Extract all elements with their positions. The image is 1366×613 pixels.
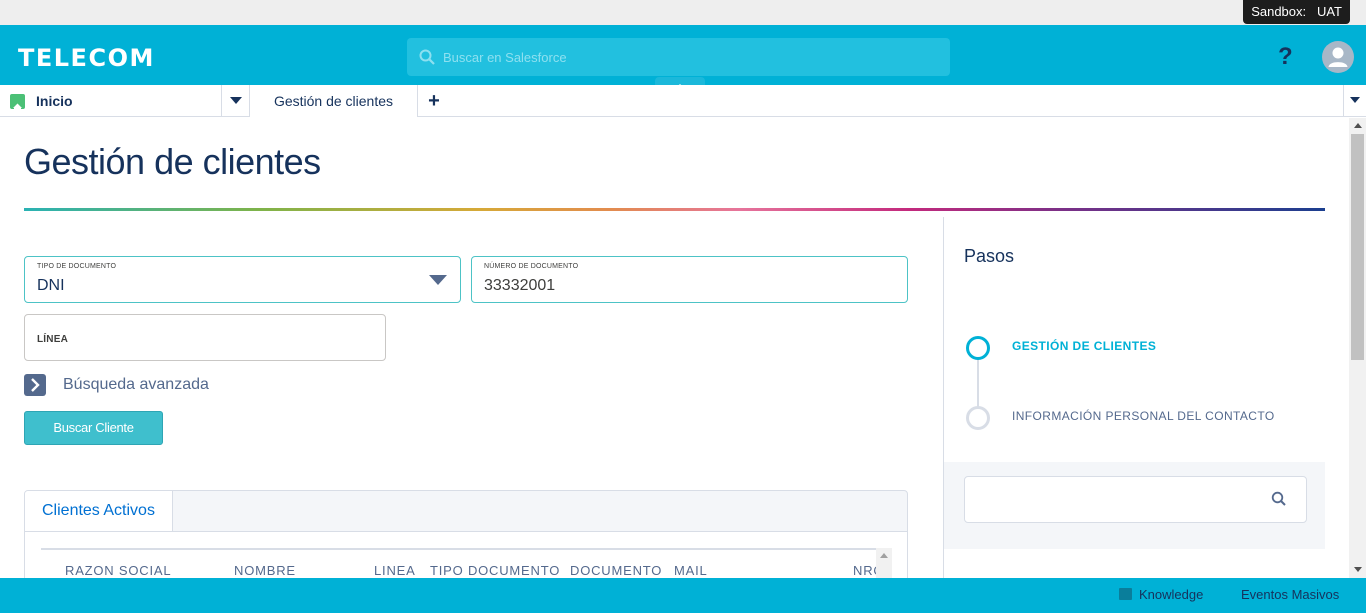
search-icon[interactable] — [1271, 491, 1287, 512]
utility-knowledge[interactable]: Knowledge — [1139, 587, 1203, 602]
scroll-down-arrow[interactable] — [1354, 567, 1362, 572]
global-header: TELECOM ? — [0, 25, 1366, 89]
header-collapse-handle[interactable] — [655, 77, 705, 89]
tab-home-label: Inicio — [36, 93, 73, 109]
search-icon — [419, 49, 435, 70]
tab-home[interactable]: Inicio — [0, 85, 222, 117]
results-panel: Clientes Activos RAZON SOCIAL NOMBRE LIN… — [24, 490, 908, 590]
step-gestion-clientes[interactable]: GESTIÓN DE CLIENTES — [1012, 339, 1156, 353]
chevron-down-icon — [230, 97, 242, 104]
scroll-up-arrow[interactable] — [880, 553, 888, 558]
buscar-cliente-button[interactable]: Buscar Cliente — [24, 411, 163, 445]
advanced-search-toggle[interactable] — [24, 374, 46, 396]
numero-documento-label: NÚMERO DE DOCUMENTO — [484, 263, 579, 270]
numero-documento-field[interactable]: NÚMERO DE DOCUMENTO 33332001 — [471, 256, 908, 303]
column-header[interactable]: DOCUMENTO — [570, 563, 662, 578]
help-icon[interactable]: ? — [1278, 43, 1293, 71]
scroll-up-arrow[interactable] — [1354, 123, 1362, 128]
step-informacion-personal[interactable]: INFORMACIÓN PERSONAL DEL CONTACTO — [1012, 409, 1275, 423]
book-icon — [1119, 588, 1132, 600]
advanced-search-label[interactable]: Búsqueda avanzada — [63, 376, 209, 394]
step-current-icon — [966, 336, 990, 360]
tab-home-dropdown[interactable] — [222, 85, 250, 117]
global-search[interactable] — [407, 38, 950, 76]
telecom-logo: TELECOM — [18, 44, 155, 72]
column-header[interactable]: TIPO DOCUMENTO — [430, 563, 560, 578]
side-search-panel — [943, 462, 1325, 549]
header-divider — [24, 208, 1325, 211]
utility-bar: Knowledge Eventos Masivos — [0, 578, 1366, 613]
linea-label: LÍNEA — [37, 334, 68, 345]
utility-eventos-masivos[interactable]: Eventos Masivos — [1241, 587, 1339, 602]
column-header[interactable]: LINEA — [374, 563, 416, 578]
scrollbar-thumb[interactable] — [1351, 134, 1364, 360]
sandbox-bar: Sandbox: UAT — [0, 0, 1366, 25]
tipo-documento-label: TIPO DE DOCUMENTO — [37, 263, 117, 270]
tab-gestion-clientes[interactable]: Gestión de clientes — [250, 85, 418, 117]
linea-field[interactable]: LÍNEA — [24, 314, 386, 361]
numero-documento-value: 33332001 — [484, 277, 556, 294]
global-search-input[interactable] — [443, 38, 943, 76]
column-header[interactable]: NOMBRE — [234, 563, 296, 578]
column-header[interactable]: MAIL — [674, 563, 708, 578]
column-header[interactable]: RAZON SOCIAL — [65, 563, 171, 578]
dropdown-arrow-icon — [429, 275, 447, 285]
side-panel-lower — [943, 549, 1325, 579]
chevron-down-icon — [1350, 97, 1360, 103]
sandbox-badge: Sandbox: UAT — [1243, 0, 1350, 24]
page-scrollbar[interactable] — [1349, 118, 1366, 578]
tipo-documento-value: DNI — [37, 277, 65, 294]
home-icon — [10, 94, 25, 112]
add-tab-button[interactable]: + — [418, 85, 450, 117]
workspace-tab-bar: Inicio Gestión de clientes + — [0, 85, 1366, 117]
step-connector — [977, 358, 979, 408]
side-search-input[interactable] — [964, 476, 1307, 523]
user-avatar[interactable] — [1322, 41, 1354, 73]
tipo-documento-select[interactable]: TIPO DE DOCUMENTO DNI — [24, 256, 461, 303]
steps-panel: Pasos GESTIÓN DE CLIENTES INFORMACIÓN PE… — [943, 217, 1325, 462]
tab-overflow-dropdown[interactable] — [1343, 85, 1366, 117]
page-title: Gestión de clientes — [24, 141, 321, 182]
tab-clientes-activos[interactable]: Clientes Activos — [25, 491, 173, 532]
chevron-right-icon — [31, 378, 40, 392]
column-header[interactable]: NRO — [853, 563, 876, 578]
steps-title: Pasos — [964, 246, 1015, 266]
step-pending-icon — [966, 406, 990, 430]
